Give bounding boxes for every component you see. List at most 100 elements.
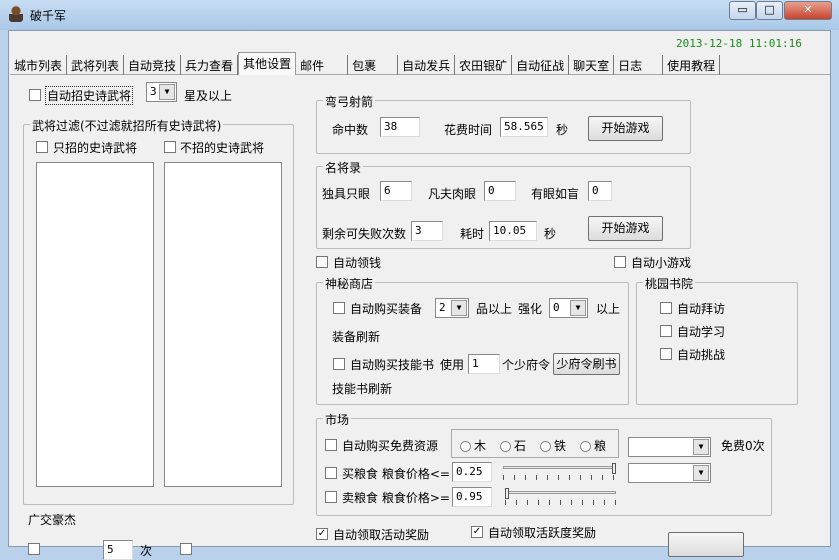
tab-auto-arena[interactable]: 自动竞技 xyxy=(124,55,182,75)
maximize-button[interactable]: □ xyxy=(756,1,783,20)
auto-minigame-label: 自动小游戏 xyxy=(631,256,692,270)
general-filter-title: 武将过滤(不过滤就招所有史诗武将) xyxy=(30,117,224,134)
auto-epic-checkbox[interactable] xyxy=(29,89,41,101)
auto-money-label: 自动领钱 xyxy=(333,256,382,270)
chevron-down-icon[interactable]: ▼ xyxy=(159,84,175,100)
tab-bar: 城市列表 武将列表 自动竞技 兵力查看 其他设置 邮件 包裹 自动发兵 农田银矿… xyxy=(10,52,830,75)
slider-thumb[interactable] xyxy=(505,488,509,499)
free-resource-select[interactable]: ▼ xyxy=(628,437,711,457)
quality-value: 2 xyxy=(439,301,446,314)
chevron-down-icon[interactable]: ▼ xyxy=(451,300,467,316)
title-bar xyxy=(0,0,839,30)
archery-time-input[interactable]: 58.565 xyxy=(500,117,548,137)
hits-label: 命中数 xyxy=(332,123,369,137)
buy-grain-checkbox[interactable] xyxy=(325,467,337,479)
buy-price-slider[interactable] xyxy=(503,463,616,485)
tab-farm-mine[interactable]: 农田银矿 xyxy=(455,55,513,75)
minimize-button[interactable]: ▭ xyxy=(729,1,756,20)
archery-start-button[interactable]: 开始游戏 xyxy=(588,116,663,141)
free-resource-checkbox[interactable] xyxy=(325,439,337,451)
buy-book-checkbox[interactable] xyxy=(333,358,345,370)
liveness-reward-label: 自动领取活跃度奖励 xyxy=(488,526,597,540)
liveness-reward-checkbox[interactable]: ✓ xyxy=(471,526,483,538)
stars-select[interactable]: 3 ▼ xyxy=(146,82,177,102)
hits-input[interactable]: 38 xyxy=(380,117,420,137)
exclude-epic-list[interactable] xyxy=(164,162,282,487)
academy-title: 桃园书院 xyxy=(643,275,696,292)
auto-minigame-checkbox[interactable] xyxy=(614,256,626,268)
sell-grain-label: 卖粮食 粮食价格>= xyxy=(342,491,450,505)
radio-wood[interactable]: 木 xyxy=(460,437,486,454)
count-input[interactable]: 5 xyxy=(103,540,133,560)
sharp-eye-input[interactable]: 6 xyxy=(380,181,412,201)
tab-log[interactable]: 日志 xyxy=(614,55,664,75)
famous-time-input[interactable]: 10.05 xyxy=(489,221,537,241)
sell-price-slider[interactable] xyxy=(505,488,616,510)
slider-thumb[interactable] xyxy=(612,463,616,474)
sell-price-input[interactable]: 0.95 xyxy=(452,487,492,507)
bottom-checkbox-2[interactable] xyxy=(180,543,192,555)
radio-iron[interactable]: 铁 xyxy=(540,437,566,454)
only-epic-checkbox[interactable] xyxy=(36,141,48,153)
buy-price-input[interactable]: 0.25 xyxy=(452,462,492,482)
famous-title: 名将录 xyxy=(323,159,364,176)
chevron-down-icon[interactable]: ▼ xyxy=(693,439,709,455)
radio-stone[interactable]: 石 xyxy=(500,437,526,454)
enhance-select[interactable]: 0 ▼ xyxy=(549,298,588,318)
radio-grain[interactable]: 粮 xyxy=(580,437,606,454)
auto-challenge-label: 自动挑战 xyxy=(677,348,726,362)
blind-eye-input[interactable]: 0 xyxy=(588,181,612,201)
sell-grain-checkbox[interactable] xyxy=(325,491,337,503)
auto-epic-label: 自动招史诗武将 xyxy=(45,86,134,105)
only-epic-list[interactable] xyxy=(36,162,154,487)
tab-chat[interactable]: 聊天室 xyxy=(569,55,615,75)
tab-mail[interactable]: 邮件 xyxy=(296,55,349,75)
sharp-eye-label: 独具只眼 xyxy=(322,187,371,201)
fail-left-label: 剩余可失败次数 xyxy=(322,227,407,241)
fail-left-input[interactable]: 3 xyxy=(411,221,443,241)
enhance-value: 0 xyxy=(553,301,560,314)
tab-general-list[interactable]: 武将列表 xyxy=(67,55,125,75)
archery-time-label: 花费时间 xyxy=(444,123,493,137)
chevron-down-icon[interactable]: ▼ xyxy=(693,465,709,481)
buy-equip-label: 自动购买装备 xyxy=(350,302,423,316)
chevron-down-icon[interactable]: ▼ xyxy=(570,300,586,316)
normal-eye-label: 凡夫肉眼 xyxy=(428,187,477,201)
auto-visit-checkbox[interactable] xyxy=(660,302,672,314)
bottom-button[interactable] xyxy=(668,532,744,557)
activity-reward-checkbox[interactable]: ✓ xyxy=(316,528,328,540)
buy-grain-select[interactable]: ▼ xyxy=(628,463,711,483)
datetime-label: 2013-12-18 11:01:16 xyxy=(676,37,802,50)
shop-title: 神秘商店 xyxy=(323,275,376,292)
close-button[interactable]: ✕ xyxy=(784,1,832,20)
free-count-label: 免费0次 xyxy=(721,439,765,453)
use-label: 使用 xyxy=(440,358,465,372)
tokens-input[interactable]: 1 xyxy=(468,354,500,374)
auto-visit-label: 自动拜访 xyxy=(677,302,726,316)
book-refresh-label[interactable]: 技能书刷新 xyxy=(332,380,392,397)
hero-label: 广交豪杰 xyxy=(28,513,77,527)
enhance-suffix: 以上 xyxy=(596,302,621,316)
normal-eye-input[interactable]: 0 xyxy=(484,181,516,201)
tab-city-list[interactable]: 城市列表 xyxy=(10,55,68,75)
buy-grain-label: 买粮食 粮食价格<= xyxy=(342,467,450,481)
exclude-epic-checkbox[interactable] xyxy=(164,141,176,153)
count-suffix: 次 xyxy=(140,544,153,558)
tab-bag[interactable]: 包裹 xyxy=(348,55,399,75)
auto-money-checkbox[interactable] xyxy=(316,256,328,268)
tab-troops[interactable]: 兵力查看 xyxy=(181,55,239,75)
tab-auto-send[interactable]: 自动发兵 xyxy=(398,55,456,75)
tab-auto-campaign[interactable]: 自动征战 xyxy=(512,55,570,75)
tab-other-settings[interactable]: 其他设置 xyxy=(238,52,297,75)
token-refresh-book-button[interactable]: 少府令刷书 xyxy=(553,353,620,375)
equip-refresh-label[interactable]: 装备刷新 xyxy=(332,328,380,345)
quality-select[interactable]: 2 ▼ xyxy=(435,298,469,318)
tab-tutorial[interactable]: 使用教程 xyxy=(663,55,721,75)
famous-start-button[interactable]: 开始游戏 xyxy=(588,216,663,241)
quality-suffix: 品以上 xyxy=(476,302,513,316)
bottom-checkbox[interactable] xyxy=(28,543,40,555)
auto-challenge-checkbox[interactable] xyxy=(660,348,672,360)
auto-study-checkbox[interactable] xyxy=(660,325,672,337)
blind-eye-label: 有眼如盲 xyxy=(531,187,580,201)
buy-equip-checkbox[interactable] xyxy=(333,302,345,314)
